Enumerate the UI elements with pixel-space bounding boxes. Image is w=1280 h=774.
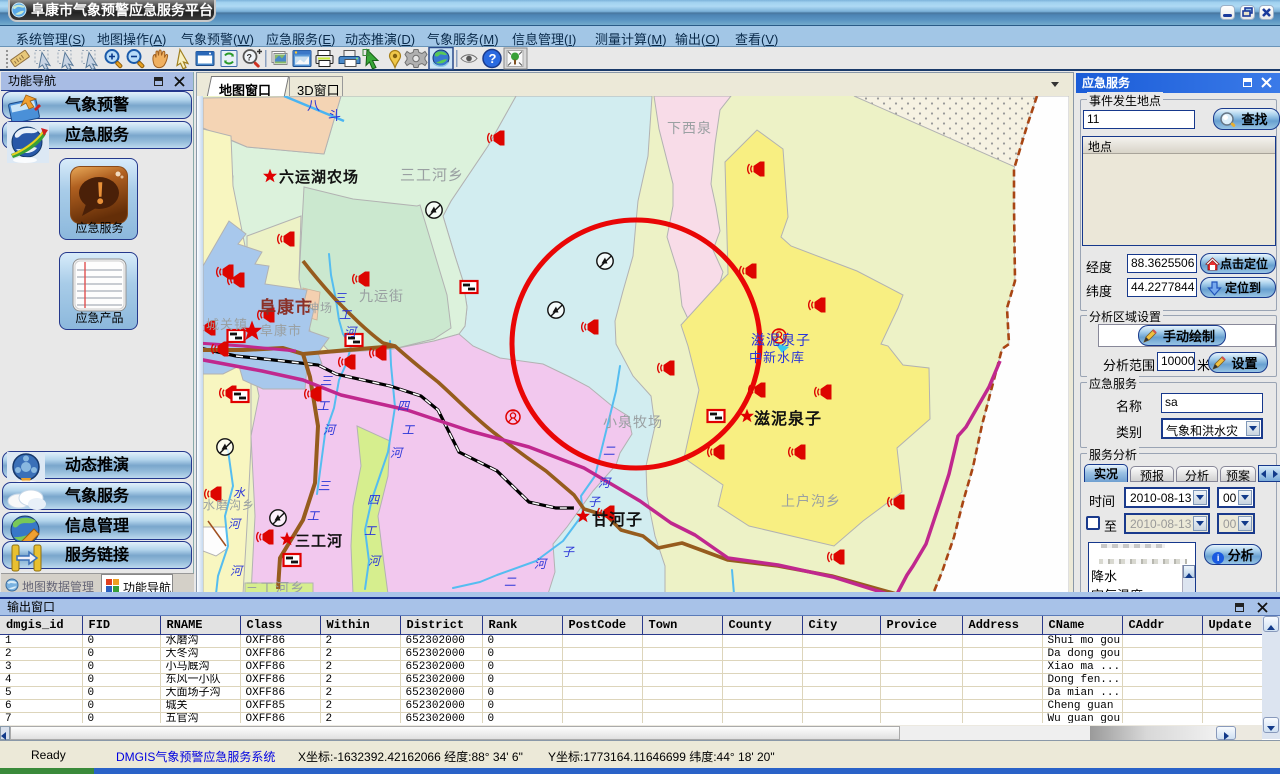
svg-text:斗: 斗 <box>328 108 342 123</box>
svg-text:工: 工 <box>317 399 330 413</box>
svg-text:上户沟乡: 上户沟乡 <box>781 493 841 509</box>
svg-text:工: 工 <box>402 423 415 437</box>
svg-text:四: 四 <box>397 399 411 413</box>
svg-text:中新水库: 中新水库 <box>749 350 805 365</box>
svg-text:三工河: 三工河 <box>295 532 343 550</box>
svg-text:?: ? <box>247 53 253 63</box>
svg-text:河: 河 <box>598 476 612 490</box>
svg-text:甘河子: 甘河子 <box>592 510 643 529</box>
svg-text:四: 四 <box>367 493 381 507</box>
svg-text:滋泥泉子: 滋泥泉子 <box>751 332 811 348</box>
svg-text:?: ? <box>489 51 497 66</box>
svg-text:河: 河 <box>230 564 244 578</box>
svg-text:水: 水 <box>233 486 246 500</box>
svg-text:水磨沟乡: 水磨沟乡 <box>203 498 255 512</box>
svg-text:子: 子 <box>562 545 575 559</box>
svg-text:城关镇: 城关镇 <box>206 317 248 332</box>
svg-text:阜康市: 阜康市 <box>260 323 302 338</box>
svg-text:三: 三 <box>334 291 347 305</box>
svg-text:河: 河 <box>228 517 242 531</box>
svg-text:工: 工 <box>364 524 377 538</box>
svg-text:河: 河 <box>323 423 337 437</box>
svg-text:滋泥泉子: 滋泥泉子 <box>754 409 822 428</box>
svg-text:二: 二 <box>603 444 616 458</box>
svg-text:八: 八 <box>307 98 321 113</box>
svg-text:河: 河 <box>344 325 358 339</box>
svg-text:二: 二 <box>504 575 517 589</box>
svg-text:子: 子 <box>588 495 601 509</box>
svg-text:工: 工 <box>339 308 352 322</box>
svg-text:河: 河 <box>534 557 548 571</box>
svg-text:神场: 神场 <box>307 301 333 315</box>
svg-text:河: 河 <box>390 446 404 460</box>
svg-text:下西泉: 下西泉 <box>667 120 712 136</box>
svg-text:九运街: 九运街 <box>359 288 404 304</box>
svg-text:小泉牧场: 小泉牧场 <box>603 414 663 430</box>
svg-text:阜康市: 阜康市 <box>259 297 313 317</box>
svg-text:河: 河 <box>368 554 382 568</box>
svg-text:六运湖农场: 六运湖农场 <box>279 168 359 186</box>
svg-text:三: 三 <box>318 479 331 493</box>
svg-text:三: 三 <box>320 374 333 388</box>
svg-text:工: 工 <box>307 509 320 523</box>
svg-text:三工河乡: 三工河乡 <box>400 167 464 184</box>
